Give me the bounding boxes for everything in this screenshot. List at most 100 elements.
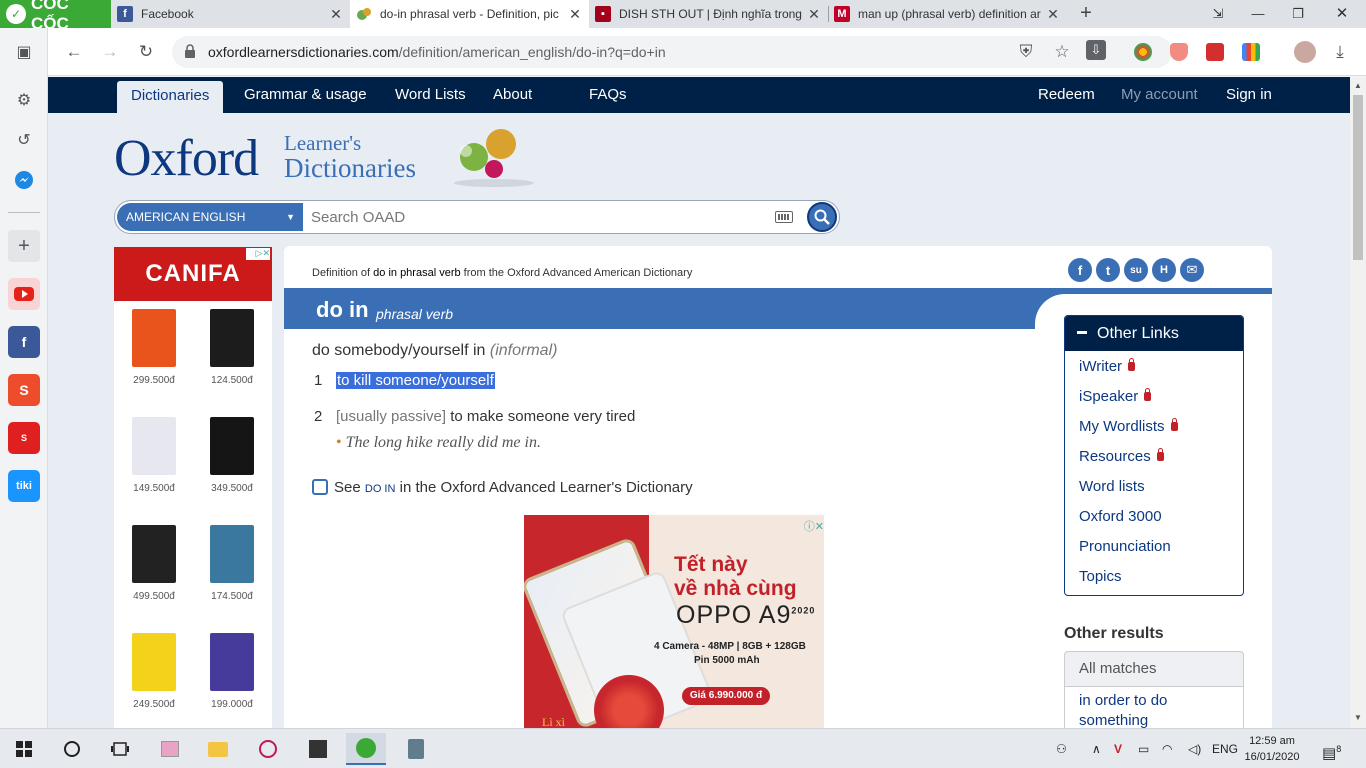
ad-choices-icon[interactable]: ⓘ✕ bbox=[794, 518, 824, 533]
nav-about[interactable]: About bbox=[493, 77, 532, 113]
tiki-icon[interactable]: tiki bbox=[8, 470, 40, 502]
wifi-icon[interactable]: ◠ bbox=[1162, 729, 1172, 768]
maximize-button[interactable]: ❐ bbox=[1278, 0, 1318, 28]
taskbar-app-calculator[interactable] bbox=[396, 733, 436, 765]
ad-product[interactable]: 149.500đ bbox=[124, 417, 184, 494]
show-hidden-icons-icon[interactable]: ∧ bbox=[1092, 729, 1101, 768]
close-tab-icon[interactable]: ✕ bbox=[1045, 6, 1061, 23]
other-link-oxford-3000[interactable]: Oxford 3000 bbox=[1079, 508, 1162, 525]
facebook-app-icon[interactable]: f bbox=[8, 326, 40, 358]
close-tab-icon[interactable]: ✕ bbox=[328, 6, 344, 23]
volume-icon[interactable]: ◁) bbox=[1188, 729, 1201, 768]
address-bar[interactable]: oxfordlearnersdictionaries.com/definitio… bbox=[172, 36, 1172, 68]
start-button[interactable] bbox=[4, 733, 44, 765]
add-app-icon[interactable]: + bbox=[8, 230, 40, 262]
ad-product[interactable]: 499.500đ bbox=[124, 525, 184, 602]
canifa-ad[interactable]: CANIFA ▷✕ 299.500đ 124.500đ 149.500đ 349… bbox=[114, 247, 272, 728]
nav-dictionaries[interactable]: Dictionaries bbox=[117, 81, 224, 113]
dictionary-select[interactable]: AMERICAN ENGLISH ▼ bbox=[117, 203, 303, 231]
ad-product[interactable]: 174.500đ bbox=[202, 525, 262, 602]
notifications-icon[interactable]: ▤8 bbox=[1322, 729, 1341, 768]
search-input[interactable] bbox=[311, 205, 761, 229]
other-link-pronunciation[interactable]: Pronunciation bbox=[1079, 538, 1171, 555]
share-twitter-icon[interactable]: t bbox=[1096, 258, 1120, 282]
lock-icon[interactable] bbox=[184, 44, 196, 61]
scrollbar-thumb[interactable] bbox=[1353, 95, 1363, 260]
system-clock[interactable]: 12:59 am 16/01/2020 bbox=[1240, 733, 1304, 765]
share-email-icon[interactable]: ✉ bbox=[1180, 258, 1204, 282]
ad-product[interactable]: 124.500đ bbox=[202, 309, 262, 386]
download-video-icon[interactable]: ⇩ bbox=[1086, 40, 1106, 60]
keyboard-icon[interactable] bbox=[775, 211, 793, 223]
minimize-button[interactable]: — bbox=[1238, 0, 1278, 28]
shield-icon[interactable]: ⛨ bbox=[1014, 40, 1038, 64]
extension-grid-icon[interactable] bbox=[1242, 43, 1260, 61]
close-window-button[interactable]: ✕ bbox=[1322, 0, 1362, 28]
other-link-my-wordlists[interactable]: My Wordlists bbox=[1079, 418, 1178, 435]
extension-red-icon[interactable] bbox=[1206, 43, 1224, 61]
other-link-word-lists[interactable]: Word lists bbox=[1079, 478, 1145, 495]
coccoc-menu-button[interactable]: ✓ CỐC CỐC bbox=[0, 0, 111, 33]
close-tab-icon[interactable]: ✕ bbox=[806, 6, 822, 23]
tab-facebook[interactable]: f Facebook ✕ bbox=[111, 0, 350, 28]
taskbar-app-snip[interactable] bbox=[150, 733, 190, 765]
tab-search-icon[interactable]: ⇲ bbox=[1198, 0, 1238, 28]
nav-faqs[interactable]: FAQs bbox=[589, 77, 627, 113]
reload-button[interactable]: ↻ bbox=[134, 40, 158, 64]
share-facebook-icon[interactable]: f bbox=[1068, 258, 1092, 282]
profile-avatar[interactable] bbox=[1294, 41, 1316, 63]
other-link-iwriter[interactable]: iWriter bbox=[1079, 358, 1136, 375]
ad-choices-icon[interactable]: ▷✕ bbox=[246, 248, 270, 260]
sendo-icon[interactable]: S bbox=[8, 422, 40, 454]
ad-product[interactable]: 249.500đ bbox=[124, 633, 184, 710]
language-indicator[interactable]: ENG bbox=[1212, 729, 1238, 768]
taskbar-app-paint[interactable] bbox=[248, 733, 288, 765]
oppo-ad[interactable]: Tết này về nhà cùng OPPO A92020 4 Camera… bbox=[524, 515, 824, 728]
tab-macmillan[interactable]: M man up (phrasal verb) definition ar ✕ bbox=[828, 0, 1067, 28]
nav-grammar-usage[interactable]: Grammar & usage bbox=[244, 77, 367, 113]
downloads-icon[interactable]: ⤓ bbox=[1328, 40, 1352, 64]
extension-chrome-icon[interactable] bbox=[1134, 43, 1152, 61]
people-icon[interactable]: ⚇ bbox=[1056, 729, 1067, 768]
tab-all-matches[interactable]: All matches bbox=[1064, 651, 1244, 687]
see-also-link[interactable]: See do in in the Oxford Advanced Learner… bbox=[312, 479, 693, 496]
other-links-header[interactable]: Other Links bbox=[1065, 316, 1243, 351]
result-link[interactable]: in order to do something bbox=[1064, 687, 1244, 728]
new-tab-button[interactable]: + bbox=[1074, 2, 1098, 26]
search-button[interactable] bbox=[52, 733, 92, 765]
bookmark-star-icon[interactable]: ☆ bbox=[1050, 40, 1074, 64]
ad-product[interactable]: 299.500đ bbox=[124, 309, 184, 386]
other-link-ispeaker[interactable]: iSpeaker bbox=[1079, 388, 1152, 405]
back-button[interactable]: ← bbox=[62, 40, 86, 64]
other-link-topics[interactable]: Topics bbox=[1079, 568, 1122, 585]
nav-redeem[interactable]: Redeem bbox=[1038, 77, 1095, 113]
nav-sign-in[interactable]: Sign in bbox=[1226, 77, 1272, 113]
youtube-icon[interactable] bbox=[8, 278, 40, 310]
tab-oald-do-in[interactable]: do-in phrasal verb - Definition, pic ✕ bbox=[350, 0, 589, 28]
ad-product[interactable]: 349.500đ bbox=[202, 417, 262, 494]
share-stumbleupon-icon[interactable]: su bbox=[1124, 258, 1148, 282]
share-hatena-icon[interactable]: H bbox=[1152, 258, 1176, 282]
shopee-icon[interactable]: S bbox=[8, 374, 40, 406]
extension-shield-icon[interactable] bbox=[1170, 43, 1188, 61]
scroll-up-icon[interactable]: ▲ bbox=[1353, 81, 1363, 90]
sense-definition[interactable]: [usually passive] to make someone very t… bbox=[336, 408, 635, 425]
close-tab-icon[interactable]: ✕ bbox=[567, 6, 583, 23]
forward-button[interactable]: → bbox=[98, 40, 122, 64]
taskbar-app-sticky[interactable] bbox=[298, 733, 338, 765]
settings-gear-icon[interactable]: ⚙ bbox=[8, 84, 40, 116]
history-icon[interactable]: ↺ bbox=[8, 124, 40, 156]
battery-icon[interactable]: ▭ bbox=[1138, 729, 1149, 768]
sense-definition-selected[interactable]: to kill someone/yourself bbox=[336, 372, 495, 389]
sidebar-toggle-icon[interactable]: ▣ bbox=[8, 36, 40, 68]
taskbar-app-explorer[interactable] bbox=[198, 733, 238, 765]
ad-product[interactable]: 199.000đ bbox=[202, 633, 262, 710]
messenger-icon[interactable] bbox=[8, 164, 40, 196]
nav-my-account[interactable]: My account bbox=[1121, 77, 1198, 113]
page-scrollbar[interactable]: ▲ ▼ bbox=[1350, 77, 1366, 728]
scroll-down-icon[interactable]: ▼ bbox=[1353, 713, 1363, 722]
task-view-button[interactable] bbox=[100, 733, 140, 765]
tab-cambridge[interactable]: ▪ DISH STH OUT | Định nghĩa trong ✕ bbox=[589, 0, 828, 28]
search-button[interactable] bbox=[807, 202, 837, 232]
taskbar-app-coccoc[interactable] bbox=[346, 733, 386, 765]
